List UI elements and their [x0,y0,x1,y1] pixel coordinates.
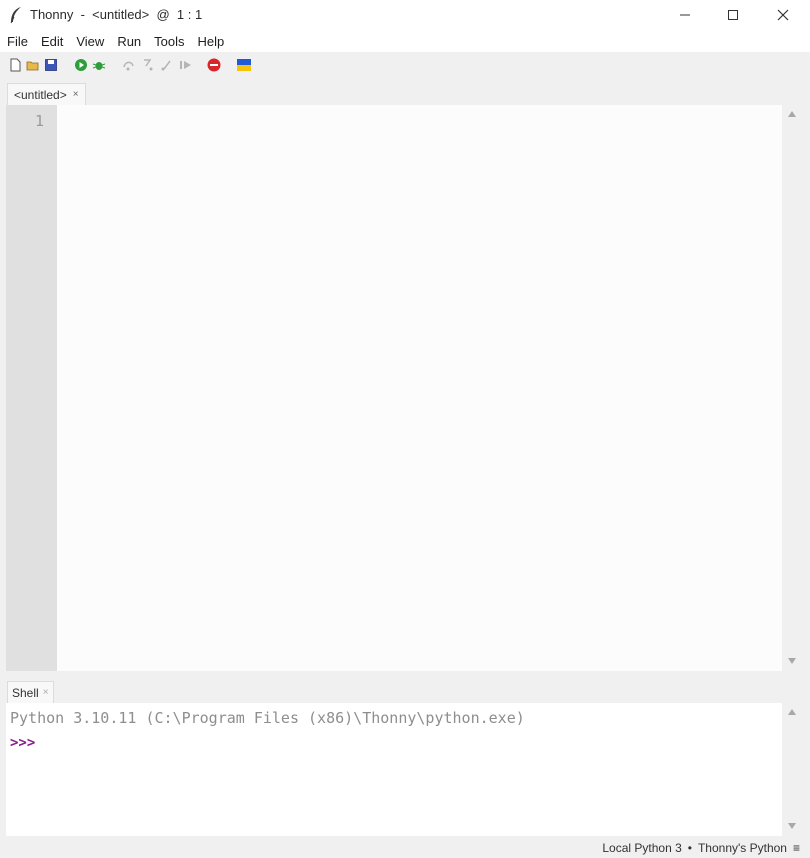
interpreter-selector[interactable]: Local Python 3 • Thonny's Python ≡ [602,841,800,855]
hamburger-menu-icon[interactable]: ≡ [793,841,800,855]
shell-banner: Python 3.10.11 (C:\Program Files (x86)\T… [10,709,525,727]
menu-tools[interactable]: Tools [142,34,184,49]
tab-shell[interactable]: Shell × [7,681,54,703]
step-over-icon[interactable] [122,58,136,72]
shell-scroll-up-icon[interactable] [788,709,796,715]
line-number: 1 [34,112,44,130]
status-separator: • [687,841,692,855]
stop-icon[interactable] [207,58,221,72]
scroll-up-icon[interactable] [788,111,796,117]
maximize-icon [728,10,738,20]
line-number-gutter [6,105,57,671]
tab-label: <untitled> [14,87,67,102]
menu-help[interactable]: Help [186,34,225,49]
maximize-button[interactable] [710,0,756,30]
python-name-label: Thonny's Python [697,841,787,855]
run-icon[interactable] [74,58,88,72]
open-folder-icon[interactable] [26,58,40,72]
menu-file[interactable]: File [0,34,28,49]
close-icon [777,9,789,21]
window-title: Thonny - <untitled> @ 1 : 1 [30,7,203,22]
tab-close-icon[interactable]: × [73,89,79,100]
save-icon[interactable] [44,58,58,72]
shell-tab-close-icon[interactable]: × [43,687,49,698]
resume-icon[interactable] [179,58,193,72]
minimize-icon [680,14,690,16]
interpreter-label: Local Python 3 [602,841,682,855]
shell-scroll-down-icon[interactable] [788,823,796,829]
editor-scrollbar[interactable] [782,105,802,671]
status-bar: Local Python 3 • Thonny's Python ≡ [0,838,810,858]
shell-prompt: >>> [10,735,36,751]
new-file-icon[interactable] [8,58,22,72]
menu-edit[interactable]: Edit [29,34,63,49]
menu-bar: File Edit View Run Tools Help [0,30,810,52]
debug-icon[interactable] [92,58,106,72]
feather-icon [10,7,21,24]
menu-run[interactable]: Run [105,34,141,49]
step-into-icon[interactable] [141,58,155,72]
step-out-icon[interactable] [160,58,174,72]
close-button[interactable] [760,0,806,30]
code-editor[interactable] [57,105,782,671]
shell-tab-label: Shell [12,685,39,700]
ukraine-flag-icon[interactable] [237,58,251,72]
shell-scrollbar[interactable] [782,703,802,836]
menu-view[interactable]: View [64,34,104,49]
minimize-button[interactable] [662,0,708,30]
tab-untitled[interactable]: <untitled> × [7,83,86,105]
scroll-down-icon[interactable] [788,658,796,664]
